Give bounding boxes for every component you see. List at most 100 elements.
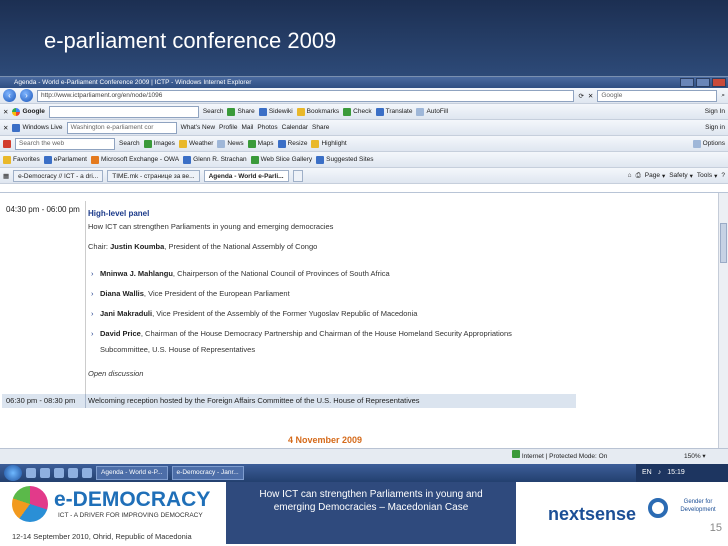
live-signin-button[interactable]: Sign in (705, 124, 725, 131)
share-icon (227, 107, 236, 116)
images-button[interactable]: Images (143, 139, 175, 148)
slide-caption: How ICT can strengthen Parliaments in yo… (226, 482, 516, 544)
quicklaunch-icon[interactable] (68, 468, 78, 478)
back-button[interactable]: ‹ (3, 89, 16, 102)
web-slice-icon (250, 155, 259, 164)
page-icon (43, 155, 52, 164)
live-calendar[interactable]: Calendar (282, 124, 308, 131)
vertical-scrollbar[interactable] (718, 193, 728, 448)
web-search-toolbar: Search the web Search Images Weather New… (0, 136, 728, 152)
quick-tabs-icon[interactable]: ▦ (3, 172, 9, 180)
clock[interactable]: 15:19 (667, 464, 685, 482)
live-profile[interactable]: Profile (219, 124, 237, 131)
news-button[interactable]: News (217, 139, 244, 148)
quicklaunch-icon[interactable] (26, 468, 36, 478)
tab-edemocracy[interactable]: e-Democracy // ICT - a dri... (13, 169, 104, 182)
star-icon (296, 107, 305, 116)
check-icon (343, 107, 352, 116)
google-translate-button[interactable]: Translate (375, 107, 412, 116)
live-photos[interactable]: Photos (257, 124, 277, 131)
google-search-input[interactable] (48, 105, 199, 118)
home-icon[interactable]: ⌂ (628, 172, 632, 179)
bullet-icon: › (91, 269, 94, 278)
web-search-button[interactable]: Search (119, 140, 140, 147)
google-check-button[interactable]: Check (343, 107, 372, 116)
options-button[interactable]: Options (692, 139, 725, 148)
favorite-link-owa[interactable]: Microsoft Exchange - OWA (90, 155, 179, 164)
page-icon (90, 155, 99, 164)
start-button[interactable] (4, 465, 22, 481)
options-icon (692, 139, 701, 148)
toolbar-logo-icon (3, 139, 11, 148)
refresh-icon[interactable]: ⟳ (578, 92, 583, 100)
google-signin-button[interactable]: Sign In (705, 108, 725, 115)
partner-logo-icon (648, 498, 668, 518)
tab-agenda[interactable]: Agenda - World e-Parli... (203, 169, 289, 182)
taskbar-button-edemocracy[interactable]: e-Democracy - Janr... (171, 466, 244, 480)
favorite-link-strachan[interactable]: Glenn R. Strachan (183, 155, 247, 164)
favorites-button[interactable]: Favorites (3, 155, 40, 164)
status-bar: Internet | Protected Mode: On 150% ▾ (0, 448, 728, 465)
live-toolbar-close[interactable]: ✕ (3, 124, 8, 132)
weather-button[interactable]: Weather (178, 139, 213, 148)
favorite-link-suggested[interactable]: Suggested Sites (316, 155, 374, 164)
favorite-link-eparlament[interactable]: eParlament (43, 155, 87, 164)
maps-button[interactable]: Maps (247, 139, 274, 148)
news-icon (217, 139, 226, 148)
address-input[interactable]: http://www.ictparliament.org/en/node/109… (37, 89, 575, 102)
live-whats-new[interactable]: What's New (181, 124, 215, 131)
globe-icon (512, 450, 520, 458)
quicklaunch-icon[interactable] (54, 468, 64, 478)
panel-heading: High-level panel (88, 209, 150, 218)
tools-menu[interactable]: Tools ▾ (697, 172, 717, 180)
quicklaunch-icon[interactable] (40, 468, 50, 478)
google-bookmarks-button[interactable]: Bookmarks (296, 107, 339, 116)
google-search-button[interactable]: Search (203, 108, 224, 115)
window-titlebar: Agenda - World e-Parliament Conference 2… (0, 77, 728, 88)
print-icon[interactable]: ⎙ (636, 172, 641, 180)
google-icon (12, 107, 21, 116)
taskbar-button-agenda[interactable]: Agenda - World e-P... (96, 466, 168, 480)
page-menu[interactable]: Page ▾ (645, 172, 665, 180)
google-toolbar: ✕ Google Search Share Sidewiki Bookmarks… (0, 104, 728, 120)
zoom-level[interactable]: 150% ▾ (684, 449, 706, 465)
language-indicator[interactable]: EN (642, 464, 652, 482)
new-tab-button[interactable] (292, 169, 303, 182)
browser-search-input[interactable]: Google (597, 89, 718, 102)
resize-button[interactable]: Resize (277, 139, 307, 148)
forward-button[interactable]: › (20, 89, 33, 102)
highlight-icon (311, 139, 320, 148)
live-mail[interactable]: Mail (241, 124, 253, 131)
live-share[interactable]: Share (312, 124, 329, 131)
safety-menu[interactable]: Safety ▾ (669, 172, 693, 180)
scrollbar-thumb[interactable] (720, 223, 727, 263)
favorite-link-web-slice[interactable]: Web Slice Gallery (250, 155, 312, 164)
google-share-button[interactable]: Share (227, 107, 255, 116)
search-icon[interactable]: ⌕ (721, 92, 725, 100)
close-button[interactable] (712, 78, 726, 87)
session-row-2: 06:30 pm - 08:30 pm Welcoming reception … (2, 394, 576, 408)
security-zone[interactable]: Internet | Protected Mode: On (512, 449, 607, 465)
slide-header: e-parliament conference 2009 (0, 0, 728, 76)
volume-icon[interactable]: ♪ (658, 464, 662, 482)
slide-title: e-parliament conference 2009 (44, 28, 337, 53)
autofill-icon (416, 107, 425, 116)
maximize-button[interactable] (696, 78, 710, 87)
page-icon (316, 155, 325, 164)
google-toolbar-close[interactable]: ✕ (3, 108, 8, 116)
quicklaunch-icon[interactable] (82, 468, 92, 478)
help-icon[interactable]: ? (721, 172, 725, 179)
highlight-button[interactable]: Highlight (311, 139, 347, 148)
windows-live-logo: Windows Live (12, 123, 63, 132)
live-search-input[interactable]: Washington e-parliament cor (66, 121, 177, 134)
google-autofill-button[interactable]: AutoFill (416, 107, 448, 116)
tab-time-mk[interactable]: TIME.mk - странице за ве... (107, 169, 200, 182)
stop-icon[interactable]: ✕ (588, 92, 593, 100)
google-sidewiki-button[interactable]: Sidewiki (258, 107, 293, 116)
page-content: 04:30 pm - 06:00 pm High-level panel How… (0, 192, 728, 448)
favorites-star-icon (3, 155, 11, 164)
web-search-input[interactable]: Search the web (15, 137, 115, 150)
favorites-bar: Favorites eParlament Microsoft Exchange … (0, 152, 728, 168)
minimize-button[interactable] (680, 78, 694, 87)
edemocracy-tagline: ICT - A DRIVER FOR IMPROVING DEMOCRACY (58, 512, 203, 519)
